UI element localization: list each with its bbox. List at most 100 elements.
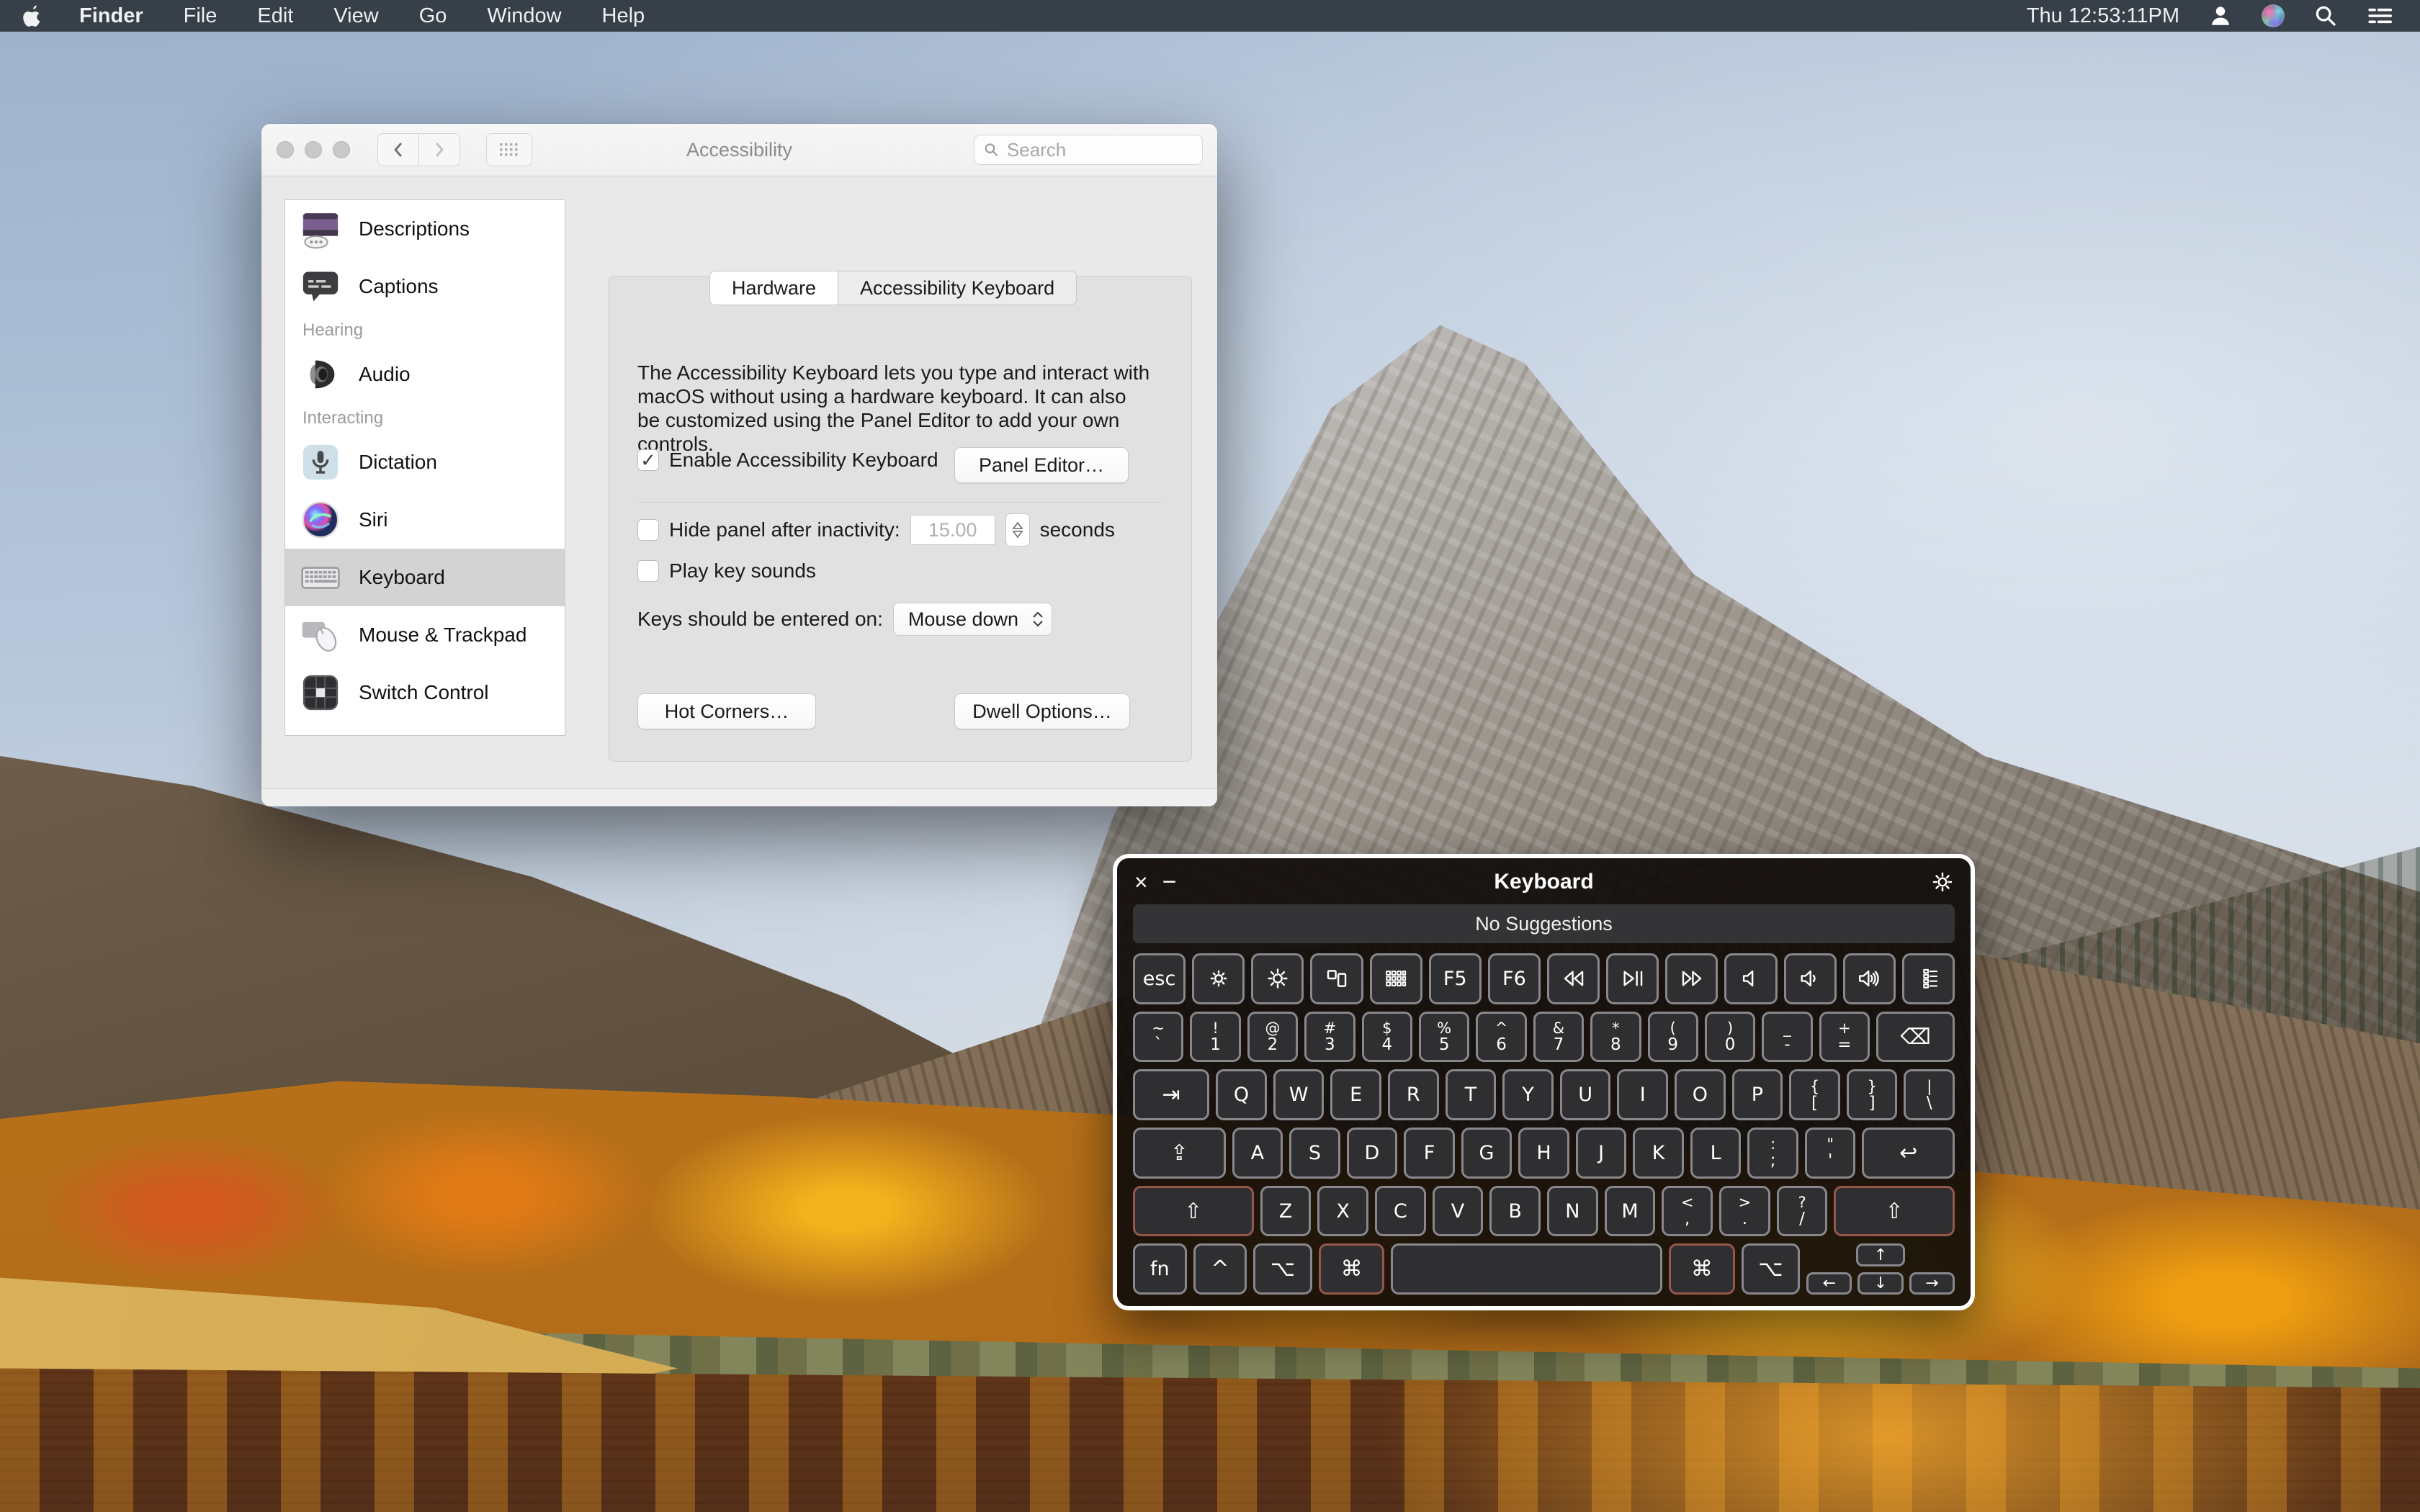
suggestion-bar[interactable]: No Suggestions bbox=[1133, 904, 1955, 943]
key-m[interactable]: M bbox=[1605, 1186, 1656, 1237]
key-arrow-right[interactable]: → bbox=[1909, 1272, 1955, 1295]
sidebar-item-mouse-trackpad[interactable]: Mouse & Trackpad bbox=[285, 606, 565, 664]
key-equals[interactable]: += bbox=[1819, 1012, 1870, 1063]
play-key-sounds-checkbox[interactable] bbox=[637, 560, 659, 582]
inactivity-seconds-field[interactable]: 15.00 bbox=[910, 515, 995, 545]
key-6[interactable]: ^6 bbox=[1476, 1012, 1526, 1063]
menu-bar-clock[interactable]: Thu 12:53:11PM bbox=[2015, 4, 2191, 28]
sidebar-item-captions[interactable]: Captions bbox=[285, 258, 565, 315]
key-volume-up[interactable] bbox=[1843, 953, 1896, 1004]
key-k[interactable]: K bbox=[1633, 1128, 1684, 1179]
minimize-window-button[interactable] bbox=[305, 141, 322, 158]
key-r[interactable]: R bbox=[1388, 1069, 1439, 1120]
key-d[interactable]: D bbox=[1347, 1128, 1398, 1179]
key-i[interactable]: I bbox=[1617, 1069, 1668, 1120]
key-option-left[interactable]: ⌥ bbox=[1253, 1243, 1312, 1295]
key-delete[interactable]: ⌫ bbox=[1876, 1012, 1955, 1063]
menu-help[interactable]: Help bbox=[582, 0, 666, 32]
key-minus[interactable]: _- bbox=[1762, 1012, 1812, 1063]
menu-view[interactable]: View bbox=[313, 0, 398, 32]
sidebar-item-dictation[interactable]: Dictation bbox=[285, 433, 565, 491]
key-f5[interactable]: F5 bbox=[1429, 953, 1482, 1004]
key-option-right[interactable]: ⌥ bbox=[1742, 1243, 1800, 1295]
menu-list-icon[interactable] bbox=[2355, 0, 2404, 32]
hot-corners-button[interactable]: Hot Corners… bbox=[637, 693, 816, 729]
key-arrow-up[interactable]: ↑ bbox=[1856, 1243, 1904, 1266]
seconds-stepper[interactable] bbox=[1005, 513, 1030, 546]
key-shift-right[interactable]: ⇧ bbox=[1834, 1186, 1955, 1237]
search-input[interactable] bbox=[1005, 138, 1193, 162]
key-arrow-left[interactable]: ← bbox=[1806, 1272, 1852, 1295]
apple-menu[interactable] bbox=[0, 0, 59, 32]
key-semicolon[interactable]: :; bbox=[1747, 1128, 1798, 1179]
key-command-right[interactable]: ⌘ bbox=[1669, 1243, 1735, 1295]
forward-button[interactable] bbox=[419, 133, 460, 166]
key-comma[interactable]: <, bbox=[1662, 1186, 1713, 1237]
key-5[interactable]: %5 bbox=[1419, 1012, 1469, 1063]
key-play-pause[interactable] bbox=[1606, 953, 1659, 1004]
keyboard-panel-header[interactable]: × − Keyboard bbox=[1133, 865, 1955, 899]
siri-icon[interactable] bbox=[2250, 0, 2296, 32]
key-brightness-up[interactable] bbox=[1251, 953, 1304, 1004]
key-7[interactable]: &7 bbox=[1533, 1012, 1584, 1063]
key-v[interactable]: V bbox=[1433, 1186, 1484, 1237]
key-z[interactable]: Z bbox=[1260, 1186, 1312, 1237]
sidebar-item-descriptions[interactable]: Descriptions bbox=[285, 200, 565, 258]
key-0[interactable]: )0 bbox=[1705, 1012, 1755, 1063]
key-quote[interactable]: "' bbox=[1805, 1128, 1856, 1179]
key-s[interactable]: S bbox=[1289, 1128, 1340, 1179]
menu-finder[interactable]: Finder bbox=[59, 0, 163, 32]
keyboard-minimize-button[interactable]: − bbox=[1155, 870, 1184, 894]
key-mute[interactable] bbox=[1724, 953, 1777, 1004]
keys-entered-dropdown[interactable]: Mouse down bbox=[893, 603, 1052, 636]
key-x[interactable]: X bbox=[1317, 1186, 1368, 1237]
enable-accessibility-keyboard-checkbox[interactable]: ✓ bbox=[637, 449, 659, 471]
sidebar-item-siri[interactable]: Siri bbox=[285, 491, 565, 549]
key-w[interactable]: W bbox=[1273, 1069, 1325, 1120]
key-control[interactable]: ^ bbox=[1193, 1243, 1247, 1295]
key-j[interactable]: J bbox=[1576, 1128, 1627, 1179]
key-c[interactable]: C bbox=[1375, 1186, 1426, 1237]
tab-accessibility-keyboard[interactable]: Accessibility Keyboard bbox=[838, 271, 1076, 305]
key-9[interactable]: (9 bbox=[1648, 1012, 1698, 1063]
key-return[interactable]: ↩ bbox=[1862, 1128, 1955, 1179]
key-p[interactable]: P bbox=[1732, 1069, 1783, 1120]
key-fn-row-toggle[interactable] bbox=[1902, 953, 1955, 1004]
key-l[interactable]: L bbox=[1690, 1128, 1742, 1179]
key-o[interactable]: O bbox=[1675, 1069, 1726, 1120]
hide-panel-checkbox[interactable] bbox=[637, 519, 659, 541]
key-caps-lock[interactable]: ⇪ bbox=[1133, 1128, 1226, 1179]
key-command-left[interactable]: ⌘ bbox=[1319, 1243, 1385, 1295]
panel-editor-button[interactable]: Panel Editor… bbox=[954, 447, 1129, 483]
menu-go[interactable]: Go bbox=[399, 0, 467, 32]
key-close-bracket[interactable]: }] bbox=[1847, 1069, 1898, 1120]
key-fast-forward[interactable] bbox=[1665, 953, 1718, 1004]
key-backquote[interactable]: ~` bbox=[1133, 1012, 1183, 1063]
back-button[interactable] bbox=[377, 133, 419, 166]
sidebar-item-switch-control[interactable]: Switch Control bbox=[285, 664, 565, 721]
dwell-options-button[interactable]: Dwell Options… bbox=[954, 693, 1130, 729]
key-period[interactable]: >. bbox=[1719, 1186, 1770, 1237]
key-rewind[interactable] bbox=[1547, 953, 1600, 1004]
user-icon[interactable] bbox=[2197, 0, 2244, 32]
key-slash[interactable]: ?/ bbox=[1777, 1186, 1828, 1237]
key-f[interactable]: F bbox=[1404, 1128, 1455, 1179]
key-open-bracket[interactable]: {[ bbox=[1789, 1069, 1840, 1120]
key-1[interactable]: !1 bbox=[1190, 1012, 1240, 1063]
key-b[interactable]: B bbox=[1489, 1186, 1541, 1237]
key-4[interactable]: $4 bbox=[1362, 1012, 1412, 1063]
tab-hardware[interactable]: Hardware bbox=[710, 271, 838, 305]
key-space[interactable] bbox=[1391, 1243, 1662, 1295]
key-2[interactable]: @2 bbox=[1247, 1012, 1298, 1063]
close-window-button[interactable] bbox=[277, 141, 294, 158]
key-esc[interactable]: esc bbox=[1133, 953, 1186, 1004]
key-fn[interactable]: fn bbox=[1133, 1243, 1187, 1295]
sidebar-item-audio[interactable]: Audio bbox=[285, 346, 565, 403]
keyboard-close-button[interactable]: × bbox=[1133, 870, 1155, 894]
show-all-preferences-button[interactable] bbox=[486, 133, 532, 166]
search-field[interactable] bbox=[974, 135, 1203, 165]
key-a[interactable]: A bbox=[1232, 1128, 1283, 1179]
key-h[interactable]: H bbox=[1518, 1128, 1569, 1179]
key-8[interactable]: *8 bbox=[1590, 1012, 1641, 1063]
key-e[interactable]: E bbox=[1330, 1069, 1381, 1120]
